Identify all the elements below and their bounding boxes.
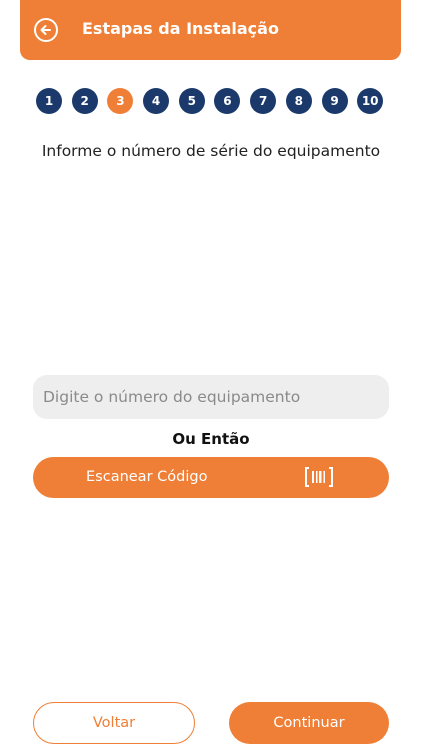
serial-number-input[interactable] <box>33 375 389 419</box>
continue-button[interactable]: Continuar <box>229 702 389 744</box>
step-10: 10 <box>357 88 384 114</box>
step-6: 6 <box>214 88 241 114</box>
step-4: 4 <box>143 88 170 114</box>
step-3-active: 3 <box>107 88 134 114</box>
step-1: 1 <box>36 88 62 114</box>
or-label: Ou Então <box>172 430 250 448</box>
page-title: Estapas da Instalação <box>82 19 279 38</box>
scan-code-button[interactable]: Escanear Código <box>33 457 389 498</box>
barcode-icon <box>304 466 334 492</box>
instruction-text: Informe o número de série do equipamento <box>41 142 381 160</box>
scan-code-label: Escanear Código <box>86 469 208 485</box>
back-arrow-icon[interactable] <box>34 18 58 42</box>
step-5: 5 <box>178 88 205 114</box>
header-bar: Estapas da Instalação <box>20 0 401 60</box>
step-2: 2 <box>71 88 98 114</box>
step-7: 7 <box>250 88 277 114</box>
step-indicator: 1 2 3 4 5 6 7 8 9 10 <box>36 88 384 114</box>
step-9: 9 <box>321 88 348 114</box>
step-8: 8 <box>285 88 312 114</box>
back-button[interactable]: Voltar <box>33 702 195 744</box>
